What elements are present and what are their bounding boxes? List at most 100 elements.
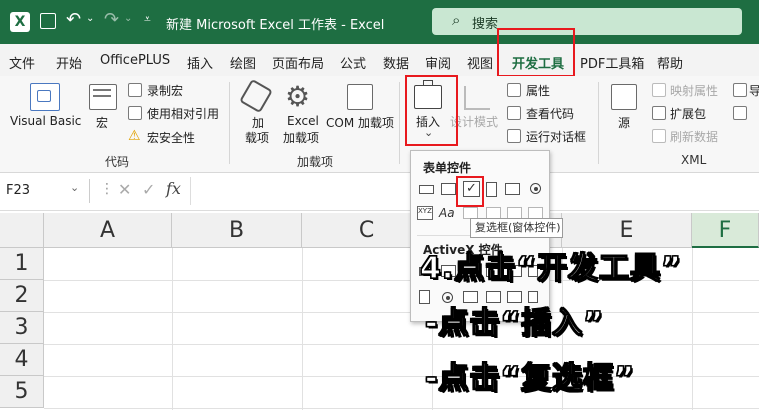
enter-icon[interactable]: ✓ [142, 180, 155, 199]
macro-label: 宏 [96, 116, 109, 130]
relative-reference-label: 使用相对引用 [147, 107, 220, 121]
tab-data[interactable]: 数据 [383, 53, 409, 72]
macro-icon [89, 84, 117, 110]
ribbon: Visual Basic 宏 录制宏 使用相对引用 ⚠ 宏安全性 代码 加 载项… [0, 76, 759, 173]
window-title: 新建 Microsoft Excel 工作表 - Excel [166, 18, 385, 33]
grid-line [44, 344, 759, 345]
tab-view[interactable]: 视图 [467, 53, 493, 72]
row-header-5[interactable]: 5 [0, 376, 44, 408]
undo-dropdown-icon[interactable]: ⌄ [86, 13, 94, 24]
source-icon [611, 84, 637, 110]
spin-button-control-icon[interactable] [486, 182, 497, 197]
gear-icon: ⚙ [285, 80, 311, 113]
grid-line [44, 408, 759, 409]
import-icon [733, 83, 747, 97]
run-dialog-icon [507, 129, 521, 143]
select-all-corner[interactable] [0, 213, 44, 248]
button-control-icon[interactable] [419, 185, 434, 194]
record-macro-label: 录制宏 [147, 84, 184, 98]
ruler-icon [464, 86, 490, 110]
expansion-packs-icon [652, 106, 666, 120]
warning-icon: ⚠ [128, 128, 141, 144]
group-box-control-icon[interactable]: XYZ [417, 206, 433, 220]
annotation-click-insert: -点击“插入” [424, 305, 604, 341]
option-button-control-icon[interactable] [530, 183, 541, 194]
visual-basic-label: Visual Basic [10, 114, 82, 128]
customize-icon[interactable]: ⩡ [144, 12, 151, 27]
run-dialog-label: 运行对话框 [526, 130, 587, 144]
undo-icon[interactable]: ↶ [66, 9, 81, 30]
checkbox-tooltip: 复选框(窗体控件) [470, 218, 563, 238]
column-header-b[interactable]: B [172, 213, 302, 248]
tab-help[interactable]: 帮助 [657, 53, 683, 72]
search-box[interactable]: ⌕ 搜索 [432, 8, 742, 35]
ribbon-tabs: 文件 开始 OfficePLUS 插入 绘图 页面布局 公式 数据 审阅 视图 … [0, 44, 759, 119]
tab-draw[interactable]: 绘图 [230, 53, 256, 72]
cancel-icon[interactable]: ✕ [118, 180, 131, 199]
view-code-label: 查看代码 [526, 107, 575, 121]
column-header-a[interactable]: A [44, 213, 172, 248]
annotation-click-checkbox: -点击“复选框” [424, 360, 635, 396]
macro-security-label: 宏安全性 [147, 131, 196, 145]
combo-box-control-icon[interactable] [441, 183, 456, 195]
source-label: 源 [618, 116, 631, 130]
tab-formulas[interactable]: 公式 [340, 53, 366, 72]
map-properties-icon [652, 83, 666, 97]
search-icon: ⌕ [452, 11, 461, 29]
tab-page-layout[interactable]: 页面布局 [272, 53, 324, 72]
refresh-data-icon [652, 129, 666, 143]
grid-line [44, 376, 759, 377]
name-box-value: F23 [6, 183, 31, 198]
column-header-f[interactable]: F [692, 213, 759, 248]
grid-line [302, 248, 303, 410]
name-box[interactable]: F23 ⌄ [0, 179, 90, 203]
addins-icon [239, 78, 273, 114]
refresh-data-label: 刷新数据 [670, 130, 719, 144]
com-addins-icon [347, 84, 373, 110]
row-header-1[interactable]: 1 [0, 248, 44, 280]
tab-officeplus[interactable]: OfficePLUS [100, 53, 170, 68]
grid-line [44, 312, 759, 313]
tab-file[interactable]: 文件 [9, 53, 35, 72]
export-icon[interactable] [733, 106, 747, 120]
developer-tab-highlight [497, 28, 575, 77]
row-header-2[interactable]: 2 [0, 280, 44, 312]
tab-home[interactable]: 开始 [56, 53, 82, 72]
expansion-packs-label: 扩展包 [670, 107, 707, 121]
grid-line [692, 248, 693, 410]
formula-bar: F23 ⌄ ⋮ ✕ ✓ fx [0, 173, 759, 211]
import-label: 导 [749, 84, 759, 98]
label-control-icon[interactable]: Aa [439, 206, 455, 220]
insert-function-icon[interactable]: fx [166, 179, 181, 198]
group-separator [229, 82, 230, 164]
xml-group-label: XML [681, 153, 707, 167]
row-header-3[interactable]: 3 [0, 312, 44, 344]
excel-addins-label-2: 加载项 [283, 131, 320, 145]
title-bar: X ↶ ⌄ ↷ ⌄ ⩡ 新建 Microsoft Excel 工作表 - Exc… [0, 0, 759, 44]
list-box-control-icon[interactable] [505, 183, 520, 195]
insert-button-highlight [405, 75, 458, 146]
grid-line [172, 248, 173, 410]
relative-reference-icon [128, 106, 142, 120]
search-placeholder: 搜索 [472, 17, 499, 32]
tab-pdf-toolbox[interactable]: PDF工具箱 [580, 53, 644, 72]
redo-dropdown-icon[interactable]: ⌄ [124, 13, 132, 24]
code-group-label: 代码 [105, 155, 130, 169]
tab-review[interactable]: 审阅 [425, 53, 451, 72]
name-box-dropdown-icon[interactable]: ⌄ [70, 181, 79, 194]
excel-icon: X [10, 12, 30, 32]
visual-basic-icon [30, 83, 60, 111]
annotation-step-4: 4.点击“开发工具” [419, 250, 682, 286]
formula-input[interactable] [190, 177, 410, 205]
excel-addins-label-1: Excel [287, 114, 319, 128]
redo-icon[interactable]: ↷ [104, 9, 119, 30]
row-header-4[interactable]: 4 [0, 344, 44, 376]
addins-label-2: 载项 [245, 131, 270, 145]
addins-group-label: 加载项 [297, 155, 334, 169]
properties-label: 属性 [526, 84, 551, 98]
group-separator [598, 82, 599, 164]
checkbox-highlight [456, 176, 484, 207]
record-macro-icon [128, 83, 142, 97]
save-icon[interactable] [40, 13, 56, 29]
tab-insert[interactable]: 插入 [187, 53, 213, 72]
